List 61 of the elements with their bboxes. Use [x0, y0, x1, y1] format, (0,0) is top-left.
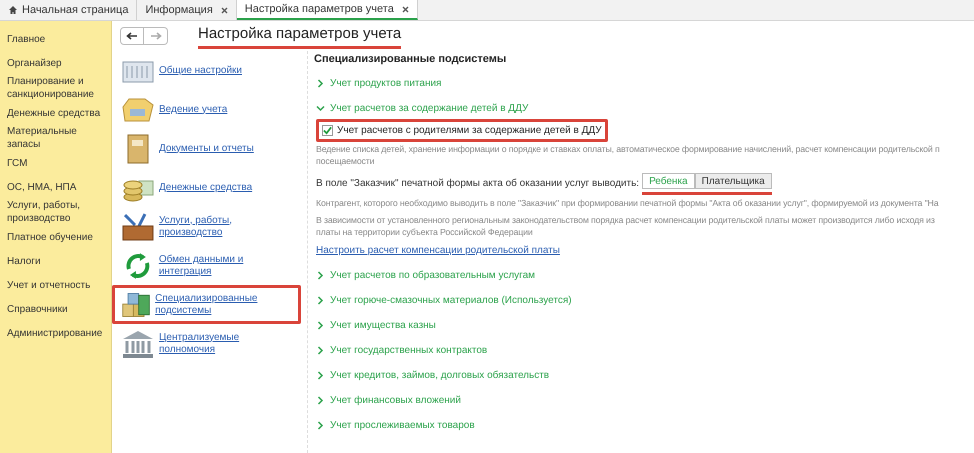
nav-link[interactable]: Обмен данными и интеграция [158, 254, 298, 278]
sidebar-item[interactable]: Денежные средства [0, 101, 111, 125]
home-icon [8, 5, 18, 15]
close-icon[interactable] [402, 6, 409, 12]
chevron-down-icon [316, 104, 325, 112]
chevron-right-icon [316, 420, 325, 430]
section-header[interactable]: Учет горюче-смазочных материалов (Используется) [314, 292, 974, 308]
sidebar-item[interactable]: Платное обучение [0, 225, 111, 249]
toolbox-icon [121, 212, 155, 242]
checkbox[interactable] [322, 124, 333, 136]
description-text: посещаемости [316, 154, 376, 166]
sidebar-item[interactable]: Планирование и санкционирование [0, 75, 111, 101]
sidebar-item[interactable]: Справочники [0, 297, 111, 321]
sidebar-item[interactable]: ОС, НМА, НПА [0, 175, 111, 199]
chevron-right-icon [316, 270, 325, 280]
arrow-left-icon [126, 32, 138, 40]
settings-link[interactable]: Настроить расчет компенсации родительской платы [316, 242, 560, 258]
section-header[interactable]: Учет государственных контрактов [314, 342, 974, 358]
close-icon[interactable] [220, 6, 228, 14]
sidebar-item[interactable]: Администрирование [0, 321, 111, 345]
checkmark-icon [323, 126, 332, 134]
sidebar-item[interactable]: Главное [0, 27, 111, 51]
sidebar-item[interactable]: Услуги, работы, производство [0, 199, 111, 225]
nav-link[interactable]: Услуги, работы, производство [158, 214, 298, 238]
checkbox-label: Учет расчетов с родителями за содержание детей в ДДУ [337, 124, 602, 138]
hint-text: Контрагент, которого необходимо выводить в поле "Заказчик" при формировании печатной формы "Акта об оказании услуг", формируемой из документа "На [316, 196, 940, 208]
sidebar-item[interactable]: ГСМ [0, 151, 111, 175]
section-header[interactable]: Учет прослеживаемых товаров [314, 418, 974, 432]
tab[interactable]: Настройка параметров учета [236, 0, 418, 20]
chevron-right-icon [316, 78, 325, 88]
sidebar-item[interactable]: Налоги [0, 249, 111, 273]
section-header[interactable]: Учет финансовых вложений [314, 392, 974, 408]
section-heading: Специализированные подсистемы [314, 52, 508, 67]
note-text: платы на территории субъекта Российской Федерации [316, 226, 534, 238]
nav-link[interactable]: Централизуемые полномочия [158, 332, 298, 356]
toggle-option[interactable]: Ребенка [642, 172, 695, 188]
section-header[interactable]: Учет имущества казны [314, 318, 974, 332]
chevron-right-icon [316, 320, 325, 330]
arrow-right-icon [150, 32, 162, 40]
section-header[interactable]: Учет расчетов по образовательным услугам [314, 268, 974, 282]
chevron-right-icon [316, 346, 325, 354]
description-text: Ведение списка детей, хранение информации о порядке и ставках оплаты, автоматическое формирование начислений, расчет компенсации родительской п [316, 142, 941, 154]
bank-icon [121, 328, 155, 358]
nav-link[interactable]: Ведение учета [159, 104, 228, 116]
sidebar-item[interactable]: Материальные запасы [0, 125, 111, 151]
nav-link[interactable]: Общие настройки [159, 64, 242, 76]
choice-label: В поле "Заказчик" печатной формы акта об оказании услуг выводить: [316, 177, 640, 191]
section-header[interactable]: Учет кредитов, займов, долговых обязательств [314, 368, 974, 382]
section-header[interactable]: Учет расчетов за содержание детей в ДДУ [314, 100, 974, 116]
note-text: В зависимости от установленного региональным законодательством порядка расчет компенсации родительской платы может производится либо исходя из [316, 214, 936, 226]
back-button[interactable] [120, 27, 144, 45]
nav-link[interactable]: Документы и отчеты [159, 142, 254, 154]
toggle-option[interactable]: Плательщика [694, 172, 772, 188]
sidebar-item[interactable]: Учет и отчетность [0, 273, 111, 297]
chevron-right-icon [316, 296, 325, 304]
section-header[interactable]: Учет продуктов питания [314, 76, 974, 90]
page-title: Настройка параметров учета [198, 22, 402, 50]
sidebar-item[interactable]: Органайзер [0, 51, 111, 75]
chevron-right-icon [316, 370, 325, 380]
nav-link[interactable]: Денежные средства [159, 182, 252, 194]
chevron-right-icon [316, 396, 325, 404]
